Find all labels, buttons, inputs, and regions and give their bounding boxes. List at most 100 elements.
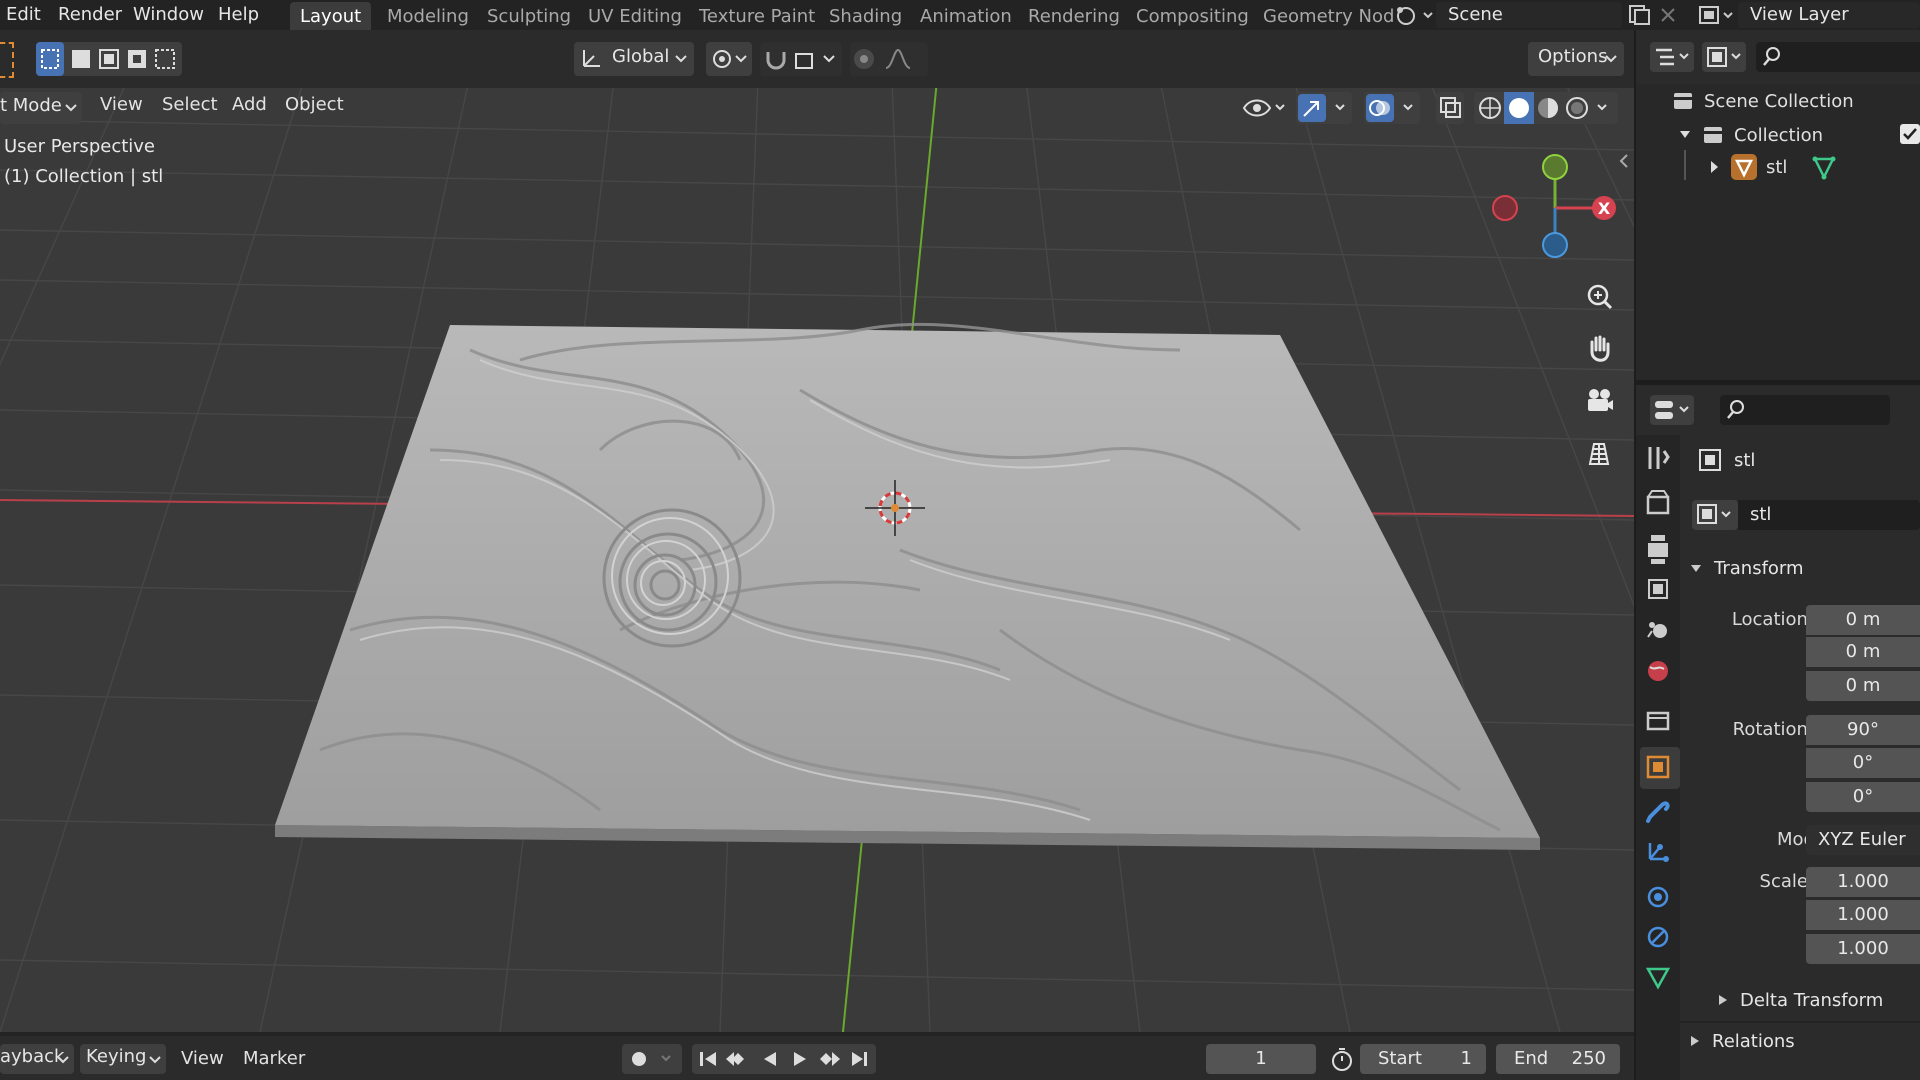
object-name-field[interactable]: stl bbox=[1738, 500, 1920, 530]
mode-dropdown[interactable]: t Mode bbox=[0, 92, 82, 124]
menu-window[interactable]: Window bbox=[133, 3, 204, 27]
relations-header[interactable]: Relations bbox=[1688, 1026, 1795, 1056]
end-frame-field[interactable]: End 250 bbox=[1496, 1044, 1620, 1074]
outliner-filter[interactable] bbox=[1702, 42, 1746, 72]
particles-tab-icon[interactable] bbox=[1648, 843, 1669, 862]
menu-select[interactable]: Select bbox=[162, 92, 218, 118]
collection-tab-icon[interactable] bbox=[1646, 711, 1670, 731]
use-preview-range-toggle[interactable] bbox=[1326, 1044, 1358, 1074]
zoom-button[interactable] bbox=[1582, 280, 1616, 314]
tab-uv-editing[interactable]: UV Editing bbox=[578, 2, 692, 32]
outliner-scene-collection[interactable]: Scene Collection bbox=[1670, 86, 1854, 116]
tool-tab-icon[interactable] bbox=[1648, 447, 1670, 469]
jump-start-icon[interactable] bbox=[700, 1052, 716, 1066]
gizmo-neg-x-handle[interactable] bbox=[1492, 195, 1518, 221]
menu-help[interactable]: Help bbox=[218, 3, 259, 27]
jump-end-icon[interactable] bbox=[852, 1052, 867, 1066]
rotation-x-field[interactable]: 90° bbox=[1806, 715, 1920, 745]
gizmo-y-handle[interactable] bbox=[1542, 154, 1568, 180]
stl-mesh-object[interactable] bbox=[275, 322, 1540, 850]
tab-modeling[interactable]: Modeling bbox=[377, 2, 479, 32]
collection-exclude-checkbox[interactable] bbox=[1900, 124, 1920, 144]
menu-edit[interactable]: Edit bbox=[6, 3, 41, 27]
view-layer-field[interactable]: View Layer bbox=[1738, 2, 1920, 28]
output-tab-icon[interactable] bbox=[1648, 535, 1668, 564]
timeline-menu-view[interactable]: View bbox=[181, 1046, 224, 1072]
outliner-object-row[interactable]: stl bbox=[1706, 152, 1839, 182]
tab-texture-paint[interactable]: Texture Paint bbox=[689, 2, 825, 32]
rotation-z-field[interactable]: 0° bbox=[1806, 782, 1920, 812]
tab-geometry-nodes[interactable]: Geometry Nod bbox=[1253, 2, 1404, 32]
toggle-perspective-button[interactable] bbox=[1582, 436, 1616, 470]
proportional-editing[interactable] bbox=[850, 42, 928, 76]
start-frame-field[interactable]: Start 1 bbox=[1360, 1044, 1486, 1074]
rotation-y-field[interactable]: 0° bbox=[1806, 748, 1920, 778]
visibility-dropdown[interactable] bbox=[1240, 92, 1288, 124]
sidebar-toggle[interactable] bbox=[1616, 150, 1632, 172]
current-frame-field[interactable]: 1 bbox=[1206, 1044, 1316, 1074]
location-z-field[interactable]: 0 m bbox=[1806, 671, 1920, 701]
mesh-data-icon[interactable] bbox=[1809, 153, 1839, 181]
timeline-menu-marker[interactable]: Marker bbox=[243, 1046, 305, 1072]
outliner-search-input[interactable] bbox=[1756, 42, 1920, 72]
delta-transform-header[interactable]: Delta Transform bbox=[1716, 985, 1883, 1015]
expand-right-icon[interactable] bbox=[1706, 155, 1724, 179]
transform-panel-header[interactable]: Transform bbox=[1688, 553, 1804, 583]
play-reverse-icon[interactable] bbox=[764, 1052, 776, 1066]
viewport-header: t Mode View Select Add Object bbox=[0, 88, 1634, 128]
properties-search-input[interactable] bbox=[1720, 395, 1890, 425]
properties-editor-type[interactable] bbox=[1650, 395, 1694, 425]
tab-sculpting[interactable]: Sculpting bbox=[477, 2, 581, 32]
scale-z-field[interactable]: 1.000 bbox=[1806, 934, 1920, 964]
scale-x-field[interactable]: 1.000 bbox=[1806, 867, 1920, 897]
physics-tab-icon[interactable] bbox=[1647, 886, 1669, 908]
constraints-tab-icon[interactable] bbox=[1647, 926, 1669, 948]
gizmo-toggle[interactable] bbox=[1296, 92, 1352, 124]
snapping-controls[interactable] bbox=[760, 42, 842, 76]
view-layer-tab-icon[interactable] bbox=[1648, 579, 1668, 599]
location-y-field[interactable]: 0 m bbox=[1806, 637, 1920, 667]
outliner-collection-row[interactable]: Collection bbox=[1676, 120, 1823, 150]
view-layer-browse-button[interactable] bbox=[1694, 2, 1738, 28]
world-tab-icon[interactable] bbox=[1648, 661, 1668, 681]
tab-layout[interactable]: Layout bbox=[290, 2, 372, 32]
play-icon[interactable] bbox=[794, 1052, 806, 1066]
next-keyframe-icon[interactable] bbox=[820, 1052, 840, 1066]
scale-y-field[interactable]: 1.000 bbox=[1806, 900, 1920, 930]
tab-animation[interactable]: Animation bbox=[910, 2, 1022, 32]
overlays-toggle[interactable] bbox=[1364, 92, 1420, 124]
new-scene-button[interactable] bbox=[1624, 2, 1654, 28]
camera-view-button[interactable] bbox=[1582, 384, 1616, 418]
gizmo-z-handle[interactable] bbox=[1542, 232, 1568, 258]
data-tab-icon[interactable] bbox=[1645, 967, 1671, 990]
options-dropdown[interactable]: Options bbox=[1528, 42, 1624, 76]
render-tab-icon[interactable] bbox=[1646, 490, 1670, 515]
location-x-field[interactable]: 0 m bbox=[1806, 605, 1920, 635]
pivot-point-dropdown[interactable] bbox=[706, 42, 752, 76]
outliner-display-mode[interactable] bbox=[1650, 42, 1694, 72]
menu-render[interactable]: Render bbox=[58, 3, 122, 27]
tool-icon[interactable] bbox=[0, 42, 14, 78]
rotation-mode-dropdown[interactable]: XYZ Euler bbox=[1806, 825, 1920, 855]
menu-add[interactable]: Add bbox=[232, 92, 267, 118]
scene-name-field[interactable]: Scene bbox=[1436, 2, 1622, 28]
object-datablock-browse[interactable] bbox=[1692, 500, 1738, 530]
pan-button[interactable] bbox=[1582, 332, 1616, 366]
menu-object[interactable]: Object bbox=[285, 92, 344, 118]
tab-compositing[interactable]: Compositing bbox=[1126, 2, 1259, 32]
playback-dropdown[interactable]: ayback bbox=[0, 1044, 74, 1074]
previous-keyframe-icon[interactable] bbox=[726, 1052, 752, 1066]
delete-scene-button[interactable] bbox=[1656, 2, 1680, 28]
scene-tab-icon[interactable] bbox=[1647, 622, 1667, 638]
xray-toggle[interactable] bbox=[1436, 92, 1464, 124]
modifier-tab-icon[interactable] bbox=[1646, 801, 1670, 823]
tab-rendering[interactable]: Rendering bbox=[1018, 2, 1130, 32]
keying-dropdown[interactable]: Keying bbox=[80, 1044, 166, 1074]
expand-down-icon[interactable] bbox=[1676, 123, 1694, 147]
menu-view[interactable]: View bbox=[100, 92, 143, 118]
auto-keying-toggle[interactable] bbox=[622, 1044, 682, 1074]
scene-browse-button[interactable] bbox=[1392, 2, 1436, 28]
tab-shading[interactable]: Shading bbox=[819, 2, 912, 32]
transform-orientation-dropdown[interactable]: Global bbox=[574, 42, 694, 76]
3d-viewport[interactable]: X User Perspective (1) Collection | stl bbox=[0, 30, 1634, 1032]
